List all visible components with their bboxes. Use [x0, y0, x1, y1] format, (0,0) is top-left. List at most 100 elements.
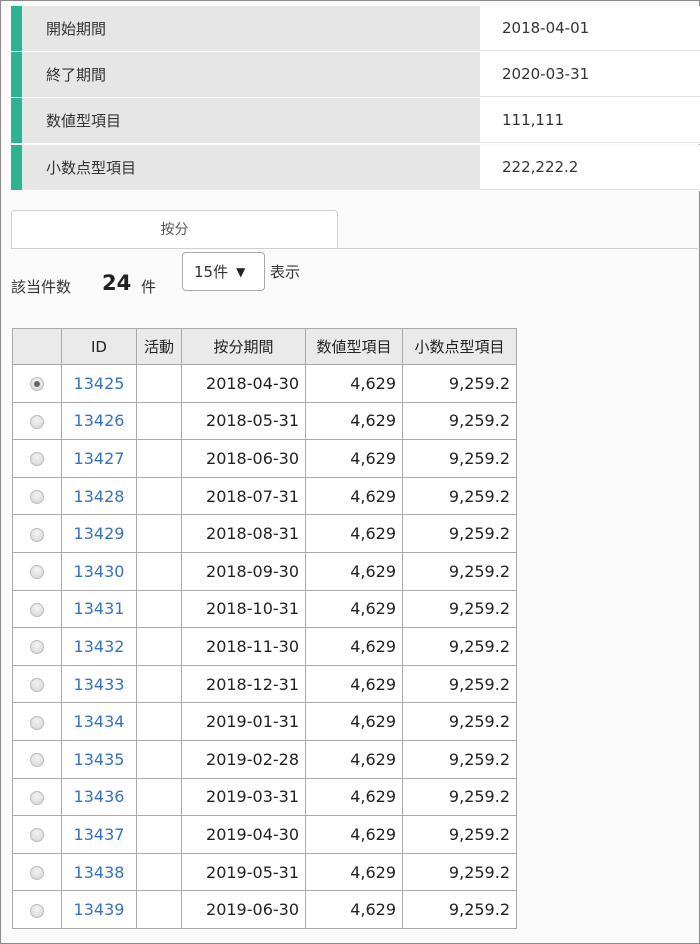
table-row[interactable]: 13437 2019-04-30 4,629 9,259.2	[12, 815, 517, 854]
period-cell: 2019-06-30	[181, 890, 306, 929]
number-cell: 4,629	[305, 551, 403, 591]
row-select-cell[interactable]	[12, 890, 62, 929]
table-row[interactable]: 13439 2019-06-30 4,629 9,259.2	[12, 890, 517, 929]
period-cell: 2019-03-31	[181, 777, 306, 817]
record-id-link[interactable]: 13436	[74, 787, 125, 806]
row-select-cell[interactable]	[12, 702, 62, 741]
id-cell: 13431	[61, 589, 137, 629]
row-select-cell[interactable]	[12, 739, 62, 779]
table-row[interactable]: 13425 2018-04-30 4,629 9,259.2	[12, 364, 517, 403]
radio-icon[interactable]	[30, 790, 44, 805]
radio-icon[interactable]	[30, 678, 44, 693]
record-id-link[interactable]: 13428	[74, 487, 125, 506]
radio-icon[interactable]	[30, 565, 44, 580]
table-row[interactable]: 13426 2018-05-31 4,629 9,259.2	[12, 401, 517, 441]
number-cell: 4,629	[305, 815, 403, 854]
record-id-link[interactable]: 13429	[74, 524, 125, 543]
record-id-link[interactable]: 13439	[74, 900, 125, 919]
row-select-cell[interactable]	[12, 664, 62, 704]
decimal-cell: 9,259.2	[402, 627, 517, 666]
period-cell: 2018-07-31	[181, 476, 306, 516]
radio-icon[interactable]	[30, 527, 44, 542]
row-select-cell[interactable]	[12, 777, 62, 817]
activity-cell	[136, 589, 182, 629]
table-row[interactable]: 13436 2019-03-31 4,629 9,259.2	[12, 777, 517, 817]
activity-cell	[136, 364, 182, 403]
radio-icon[interactable]	[30, 490, 44, 505]
record-id-link[interactable]: 13433	[74, 675, 125, 694]
row-select-cell[interactable]	[12, 514, 62, 553]
decimal-cell: 9,259.2	[402, 890, 517, 929]
record-id-link[interactable]: 13426	[74, 411, 125, 430]
radio-icon[interactable]	[30, 753, 44, 768]
row-select-cell[interactable]	[12, 627, 62, 666]
record-id-link[interactable]: 13438	[74, 863, 125, 882]
period-cell: 2018-06-30	[181, 439, 306, 478]
table-row[interactable]: 13429 2018-08-31 4,629 9,259.2	[12, 514, 517, 553]
radio-icon[interactable]	[30, 640, 44, 655]
radio-icon[interactable]	[30, 828, 44, 843]
row-accent-bar	[11, 145, 22, 190]
table-row[interactable]: 13433 2018-12-31 4,629 9,259.2	[12, 664, 517, 704]
table-row[interactable]: 13427 2018-06-30 4,629 9,259.2	[12, 439, 517, 478]
row-select-cell[interactable]	[12, 852, 62, 892]
column-header-id[interactable]: ID	[61, 328, 137, 365]
record-id-link[interactable]: 13427	[74, 449, 125, 468]
table-row[interactable]: 13432 2018-11-30 4,629 9,259.2	[12, 627, 517, 666]
row-select-cell[interactable]	[12, 815, 62, 854]
radio-icon[interactable]	[30, 866, 44, 881]
activity-cell	[136, 702, 182, 741]
activity-cell	[136, 890, 182, 929]
row-select-cell[interactable]	[12, 439, 62, 478]
tab-allocation[interactable]: 按分	[11, 210, 338, 248]
radio-icon[interactable]	[30, 452, 44, 467]
record-id-link[interactable]: 13434	[74, 712, 125, 731]
row-select-cell[interactable]	[12, 589, 62, 629]
radio-icon[interactable]	[30, 414, 44, 429]
record-id-link[interactable]: 13430	[74, 562, 125, 581]
activity-cell	[136, 852, 182, 892]
row-select-cell[interactable]	[12, 401, 62, 441]
decimal-cell: 9,259.2	[402, 852, 517, 892]
number-cell: 4,629	[305, 664, 403, 704]
table-row[interactable]: 13438 2019-05-31 4,629 9,259.2	[12, 852, 517, 892]
table-row[interactable]: 13430 2018-09-30 4,629 9,259.2	[12, 551, 517, 591]
page-size-select[interactable]: 15件 ▼	[182, 252, 265, 291]
column-header-activity[interactable]: 活動	[136, 328, 182, 365]
period-cell: 2018-11-30	[181, 627, 306, 666]
activity-cell	[136, 514, 182, 553]
row-select-cell[interactable]	[12, 364, 62, 403]
record-id-link[interactable]: 13431	[74, 599, 125, 618]
column-header-period[interactable]: 按分期間	[181, 328, 306, 365]
radio-icon[interactable]	[30, 715, 44, 730]
detail-row-number-field: 数値型項目 111,111	[11, 98, 700, 144]
result-count-label: 該当件数	[11, 278, 72, 296]
radio-icon[interactable]	[30, 377, 44, 392]
table-row[interactable]: 13428 2018-07-31 4,629 9,259.2	[12, 476, 517, 516]
column-header-decimal[interactable]: 小数点型項目	[402, 328, 517, 365]
detail-value: 222,222.2	[480, 145, 700, 190]
radio-icon[interactable]	[30, 602, 44, 617]
column-header-number[interactable]: 数値型項目	[305, 328, 403, 365]
column-header-select	[12, 328, 62, 365]
tab-baseline	[11, 248, 700, 249]
table-row[interactable]: 13434 2019-01-31 4,629 9,259.2	[12, 702, 517, 741]
row-select-cell[interactable]	[12, 551, 62, 591]
id-cell: 13439	[61, 890, 137, 929]
decimal-cell: 9,259.2	[402, 476, 517, 516]
period-cell: 2018-05-31	[181, 401, 306, 441]
period-cell: 2018-04-30	[181, 364, 306, 403]
record-id-link[interactable]: 13435	[74, 750, 125, 769]
row-select-cell[interactable]	[12, 476, 62, 516]
record-id-link[interactable]: 13437	[74, 825, 125, 844]
activity-cell	[136, 439, 182, 478]
number-cell: 4,629	[305, 627, 403, 666]
record-id-link[interactable]: 13432	[74, 637, 125, 656]
table-row[interactable]: 13431 2018-10-31 4,629 9,259.2	[12, 589, 517, 629]
detail-value: 2018-04-01	[480, 6, 700, 51]
record-id-link[interactable]: 13425	[74, 374, 125, 393]
radio-icon[interactable]	[30, 903, 44, 918]
decimal-cell: 9,259.2	[402, 777, 517, 817]
table-row[interactable]: 13435 2019-02-28 4,629 9,259.2	[12, 739, 517, 779]
period-cell: 2019-02-28	[181, 739, 306, 779]
